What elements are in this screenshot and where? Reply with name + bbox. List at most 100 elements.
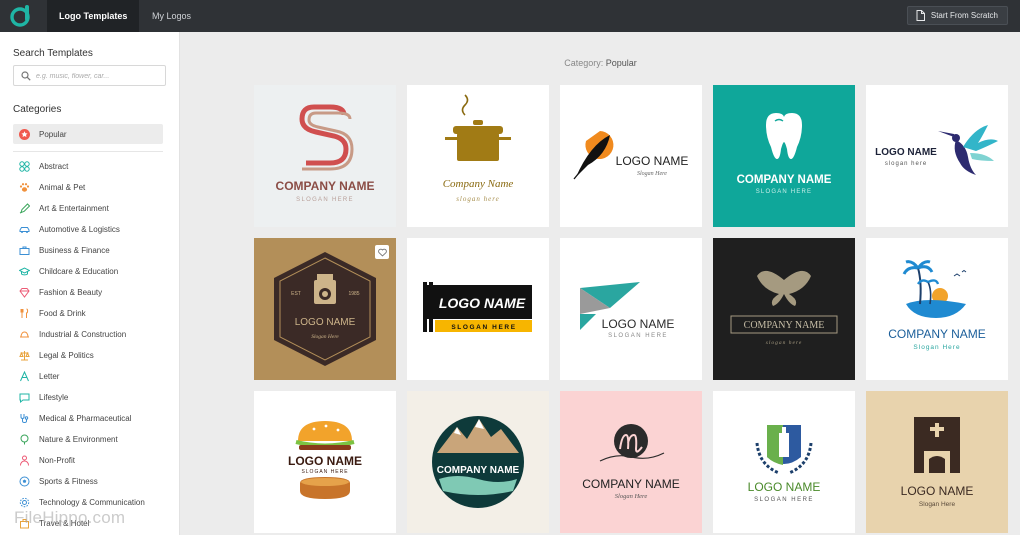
cutlery-icon bbox=[19, 308, 30, 319]
template-slogan: SLOGAN HERE bbox=[756, 189, 813, 195]
app-logo-icon[interactable] bbox=[10, 4, 32, 28]
template-card[interactable]: Company Name slogan here bbox=[407, 85, 549, 227]
template-card[interactable]: LOGO NAME Slogan Here bbox=[560, 85, 702, 227]
chat-bubble-icon bbox=[19, 392, 30, 403]
template-slogan: SLOGAN HERE bbox=[451, 324, 516, 331]
search-icon bbox=[21, 71, 31, 81]
category-label: Automotive & Logistics bbox=[39, 225, 120, 234]
template-gallery: Category: Popular COMPANY NAME SLOGAN HE… bbox=[181, 32, 1020, 535]
category-automotive-logistics[interactable]: Automotive & Logistics bbox=[13, 219, 163, 240]
template-card[interactable]: EST 1985 LOGO NAME Slogan Here bbox=[254, 238, 396, 380]
template-name: COMPANY NAME bbox=[888, 327, 986, 341]
template-slogan: Slogan Here bbox=[913, 344, 960, 351]
template-preview: LOGO NAME SLOGAN HERE bbox=[748, 425, 820, 503]
graduation-cap-icon bbox=[19, 266, 30, 277]
category-title: Category: Popular bbox=[181, 58, 1020, 68]
tab-logo-templates[interactable]: Logo Templates bbox=[47, 0, 140, 32]
new-document-icon bbox=[916, 10, 925, 21]
template-preview: EST 1985 LOGO NAME Slogan Here bbox=[274, 252, 376, 366]
template-name: COMPANY NAME bbox=[744, 320, 825, 331]
heart-icon bbox=[377, 248, 387, 257]
category-sports-fitness[interactable]: Sports & Fitness bbox=[13, 471, 163, 492]
template-name: LOGO NAME bbox=[901, 484, 974, 498]
template-card[interactable]: LOGO NAME SLOGAN HERE bbox=[407, 238, 549, 380]
category-label: Letter bbox=[39, 372, 60, 381]
search-input[interactable] bbox=[36, 69, 161, 83]
template-name: LOGO NAME bbox=[288, 454, 362, 468]
template-est-label: EST bbox=[291, 291, 301, 297]
category-label: Popular bbox=[39, 129, 67, 139]
template-preview: LOGO NAME Slogan Here bbox=[573, 131, 689, 180]
category-business-finance[interactable]: Business & Finance bbox=[13, 240, 163, 261]
template-preview: COMPANY NAME slogan here bbox=[730, 270, 838, 346]
category-label: Industrial & Construction bbox=[39, 330, 127, 339]
gear-icon bbox=[19, 497, 30, 508]
category-label: Animal & Pet bbox=[39, 183, 86, 192]
top-bar: Logo Templates My Logos Start From Scrat… bbox=[0, 0, 1020, 32]
category-medical-pharmaceutical[interactable]: Medical & Pharmaceutical bbox=[13, 408, 163, 429]
category-nature-environment[interactable]: Nature & Environment bbox=[13, 429, 163, 450]
scales-icon bbox=[19, 350, 30, 361]
divider bbox=[13, 151, 163, 152]
letter-a-icon bbox=[19, 371, 30, 382]
template-slogan: Slogan Here bbox=[637, 171, 667, 177]
template-preview: LOGO NAME SLOGAN HERE bbox=[580, 282, 674, 339]
category-label: Medical & Pharmaceutical bbox=[39, 414, 132, 423]
template-card[interactable]: COMPANY NAME Slogan Here bbox=[560, 391, 702, 533]
template-card[interactable]: COMPANY NAME Slogan Here bbox=[866, 238, 1008, 380]
template-name: LOGO NAME bbox=[439, 295, 526, 311]
template-card[interactable]: COMPANY NAME slogan here bbox=[713, 238, 855, 380]
tab-my-logos[interactable]: My Logos bbox=[140, 0, 203, 32]
category-childcare-education[interactable]: Childcare & Education bbox=[13, 261, 163, 282]
categories-heading: Categories bbox=[13, 104, 62, 115]
category-food-drink[interactable]: Food & Drink bbox=[13, 303, 163, 324]
template-slogan: Slogan Here bbox=[615, 493, 648, 500]
template-preview: LOGO NAME slogan here bbox=[875, 125, 998, 175]
hands-icon bbox=[19, 455, 30, 466]
category-prefix: Category: bbox=[564, 58, 604, 68]
template-slogan: Slogan Here bbox=[311, 334, 339, 340]
template-slogan: slogan here bbox=[766, 340, 803, 346]
soccer-ball-icon bbox=[19, 476, 30, 487]
category-label: Non-Profit bbox=[39, 456, 76, 465]
template-card[interactable]: LOGO NAME SLOGAN HERE bbox=[713, 391, 855, 533]
template-card[interactable]: COMPANY NAME SLOGAN HERE bbox=[713, 85, 855, 227]
template-slogan: SLOGAN HERE bbox=[301, 469, 348, 475]
category-letter[interactable]: Letter bbox=[13, 366, 163, 387]
category-animal-pet[interactable]: Animal & Pet bbox=[13, 177, 163, 198]
template-preview: LOGO NAME Slogan Here bbox=[901, 417, 974, 508]
category-abstract[interactable]: Abstract bbox=[13, 156, 163, 177]
tree-icon bbox=[19, 434, 30, 445]
star-badge-icon bbox=[19, 128, 30, 140]
template-card[interactable]: LOGO NAME SLOGAN HERE bbox=[254, 391, 396, 533]
template-name: COMPANY NAME bbox=[276, 179, 375, 193]
template-preview: LOGO NAME SLOGAN HERE bbox=[288, 421, 362, 499]
category-label: Lifestyle bbox=[39, 393, 69, 402]
template-name: LOGO NAME bbox=[616, 154, 689, 168]
favorite-button[interactable] bbox=[375, 245, 389, 259]
briefcase-icon bbox=[19, 245, 30, 256]
category-industrial-construction[interactable]: Industrial & Construction bbox=[13, 324, 163, 345]
template-preview: COMPANY NAME Slogan Here bbox=[888, 260, 986, 351]
template-name: LOGO NAME bbox=[875, 147, 937, 158]
category-non-profit[interactable]: Non-Profit bbox=[13, 450, 163, 471]
paw-icon bbox=[19, 182, 30, 193]
start-from-scratch-button[interactable]: Start From Scratch bbox=[906, 6, 1008, 25]
template-name: COMPANY NAME bbox=[582, 477, 680, 491]
category-legal-politics[interactable]: Legal & Politics bbox=[13, 345, 163, 366]
template-preview: COMPANY NAME SLOGAN HERE bbox=[737, 113, 832, 195]
category-popular[interactable]: Popular bbox=[13, 124, 163, 144]
category-art-entertainment[interactable]: Art & Entertainment bbox=[13, 198, 163, 219]
template-card[interactable]: COMPANY NAME bbox=[407, 391, 549, 533]
car-icon bbox=[19, 224, 30, 235]
template-slogan: SLOGAN HERE bbox=[608, 333, 668, 339]
template-card[interactable]: LOGO NAME Slogan Here bbox=[866, 391, 1008, 533]
template-preview: LOGO NAME SLOGAN HERE bbox=[423, 282, 532, 332]
template-card[interactable]: LOGO NAME SLOGAN HERE bbox=[560, 238, 702, 380]
template-card[interactable]: LOGO NAME slogan here bbox=[866, 85, 1008, 227]
search-box[interactable] bbox=[13, 65, 166, 86]
category-lifestyle[interactable]: Lifestyle bbox=[13, 387, 163, 408]
category-fashion-beauty[interactable]: Fashion & Beauty bbox=[13, 282, 163, 303]
template-card[interactable]: COMPANY NAME SLOGAN HERE bbox=[254, 85, 396, 227]
hard-hat-icon bbox=[19, 329, 30, 340]
